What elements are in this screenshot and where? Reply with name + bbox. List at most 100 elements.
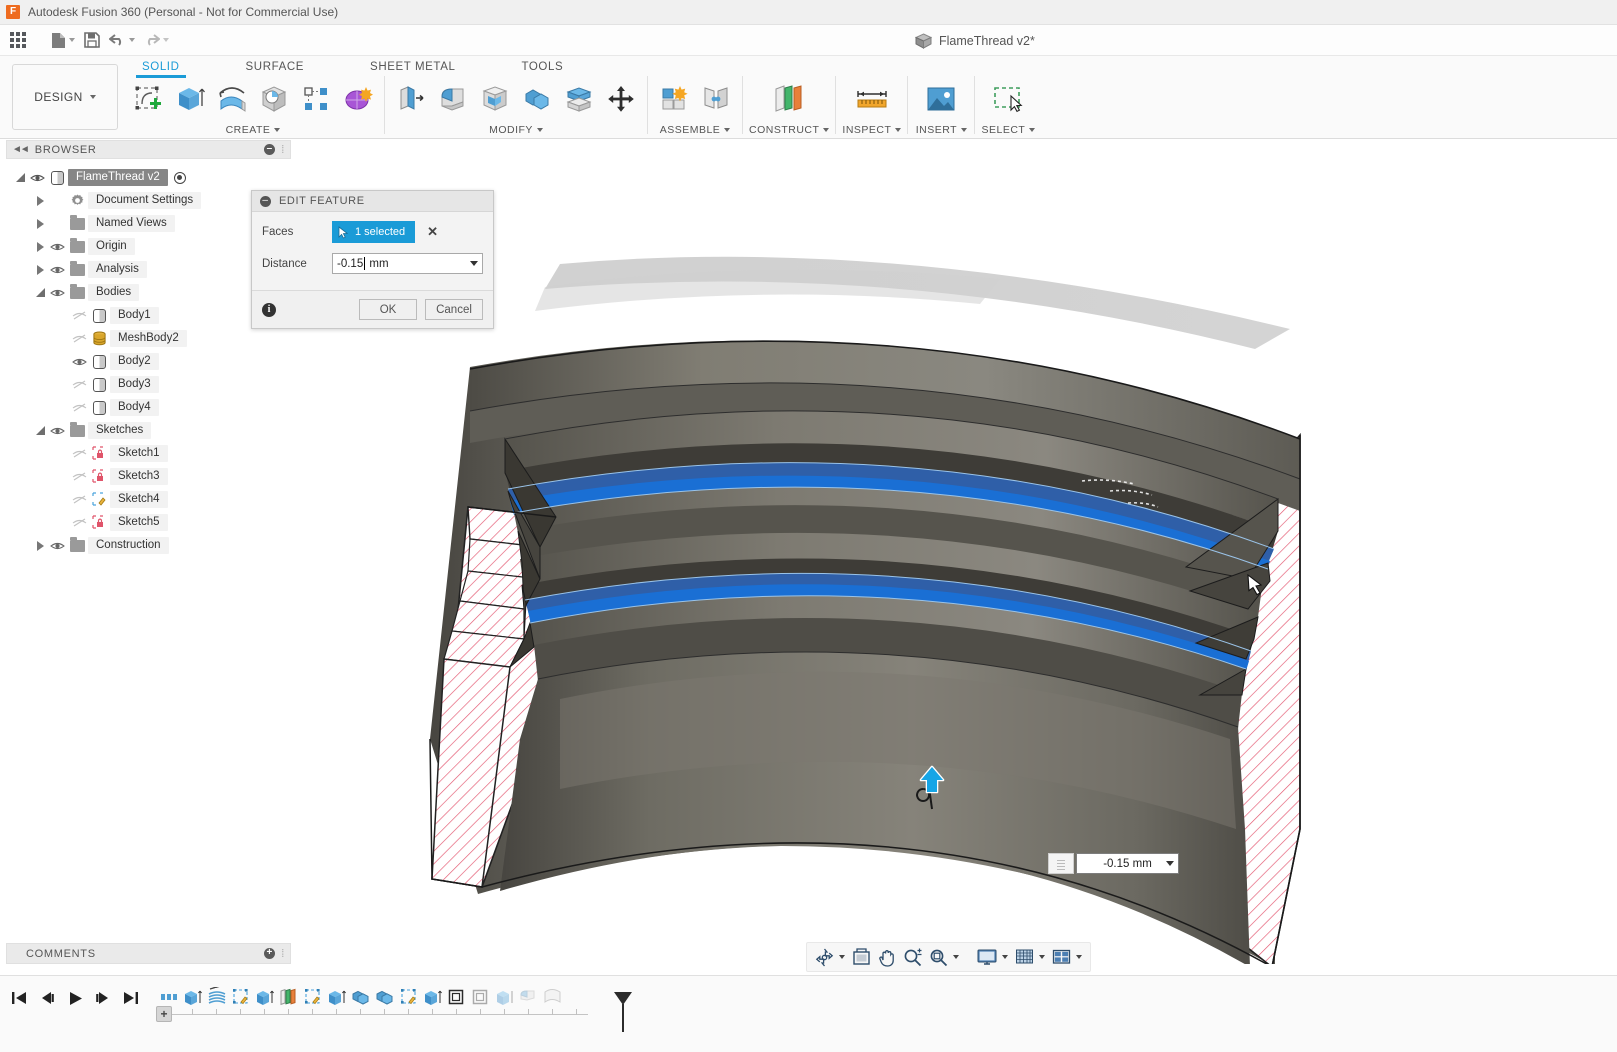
browser-collapse-toggle[interactable]: – bbox=[264, 144, 275, 155]
timeline-item-5[interactable] bbox=[254, 984, 275, 1010]
split-face-button[interactable] bbox=[559, 77, 599, 121]
new-file-button[interactable] bbox=[48, 27, 78, 53]
visibility-hidden-icon[interactable] bbox=[70, 494, 88, 505]
timeline-item-8[interactable] bbox=[326, 984, 347, 1010]
faces-selection-chip[interactable]: 1 selected bbox=[332, 221, 415, 243]
fillet-button[interactable] bbox=[433, 77, 473, 121]
step-forward-button[interactable] bbox=[92, 985, 114, 1011]
timeline-item-13[interactable] bbox=[446, 984, 467, 1010]
joint-button[interactable] bbox=[696, 77, 736, 121]
add-timeline-group-button[interactable]: + bbox=[156, 1006, 172, 1022]
value-box-grip[interactable] bbox=[1048, 853, 1074, 874]
workspace-selector[interactable]: DESIGN bbox=[12, 64, 118, 130]
timeline-item-15[interactable] bbox=[494, 984, 515, 1010]
panel-label-insert[interactable]: INSERT bbox=[916, 124, 967, 136]
chevron-down-icon[interactable] bbox=[470, 261, 478, 266]
shell-button[interactable] bbox=[475, 77, 515, 121]
combine-button[interactable] bbox=[517, 77, 557, 121]
visibility-eye-icon[interactable] bbox=[48, 426, 66, 436]
tree-item-bodies[interactable]: Bodies bbox=[12, 281, 292, 304]
info-icon[interactable]: i bbox=[262, 303, 276, 317]
panel-label-construct[interactable]: CONSTRUCT bbox=[749, 124, 829, 136]
visibility-eye-icon[interactable] bbox=[48, 265, 66, 275]
distance-input[interactable]: -0.15 mm bbox=[332, 253, 483, 274]
move-copy-button[interactable] bbox=[601, 77, 641, 121]
activate-component-icon[interactable] bbox=[174, 172, 186, 184]
timeline-item-4[interactable] bbox=[230, 984, 251, 1010]
tree-item-analysis[interactable]: Analysis bbox=[12, 258, 292, 281]
collapse-left-icon[interactable]: ◄◄ bbox=[12, 144, 28, 155]
insert-image-button[interactable] bbox=[914, 77, 968, 121]
visibility-hidden-icon[interactable] bbox=[70, 402, 88, 413]
visibility-hidden-icon[interactable] bbox=[70, 310, 88, 321]
comments-expand-toggle[interactable]: + bbox=[264, 948, 275, 959]
panel-label-create[interactable]: CREATE bbox=[226, 124, 281, 136]
tree-item-sketches[interactable]: Sketches bbox=[12, 419, 292, 442]
expander-closed-icon[interactable] bbox=[32, 196, 48, 206]
go-to-end-button[interactable] bbox=[120, 985, 142, 1011]
visibility-eye-icon[interactable] bbox=[48, 541, 66, 551]
expander-open-icon[interactable] bbox=[12, 173, 28, 182]
tree-item-body1[interactable]: Body1 bbox=[12, 304, 292, 327]
visibility-hidden-icon[interactable] bbox=[70, 517, 88, 528]
panel-label-modify[interactable]: MODIFY bbox=[489, 124, 543, 136]
offset-plane-button[interactable] bbox=[761, 77, 817, 121]
timeline-item-12[interactable] bbox=[422, 984, 443, 1010]
step-back-button[interactable] bbox=[36, 985, 58, 1011]
timeline-item-11[interactable] bbox=[398, 984, 419, 1010]
timeline-item-16[interactable] bbox=[518, 984, 539, 1010]
zoom-button[interactable] bbox=[901, 945, 924, 969]
tree-item-named-views[interactable]: Named Views bbox=[12, 212, 292, 235]
visibility-eye-icon[interactable] bbox=[48, 242, 66, 252]
timeline-item-17[interactable] bbox=[542, 984, 563, 1010]
expander-open-icon[interactable] bbox=[32, 288, 48, 297]
tree-item-document-settings[interactable]: Document Settings bbox=[12, 189, 292, 212]
clear-selection-button[interactable]: ✕ bbox=[427, 224, 438, 240]
fit-button[interactable] bbox=[927, 945, 961, 969]
tree-item-meshbody2[interactable]: MeshBody2 bbox=[12, 327, 292, 350]
visibility-eye-icon[interactable] bbox=[70, 357, 88, 367]
tree-item-body3[interactable]: Body3 bbox=[12, 373, 292, 396]
visibility-eye-icon[interactable] bbox=[28, 173, 46, 183]
display-settings-button[interactable] bbox=[975, 945, 1010, 969]
play-button[interactable] bbox=[64, 985, 86, 1011]
visibility-hidden-icon[interactable] bbox=[70, 379, 88, 390]
timeline-item-3[interactable] bbox=[206, 984, 227, 1010]
timeline-item-10[interactable] bbox=[374, 984, 395, 1010]
pan-button[interactable] bbox=[876, 945, 898, 969]
timeline-track[interactable]: + bbox=[158, 982, 563, 1026]
panel-label-assemble[interactable]: ASSEMBLE bbox=[660, 124, 731, 136]
timeline-item-2[interactable] bbox=[182, 984, 203, 1010]
tab-solid[interactable]: SOLID bbox=[128, 58, 194, 78]
collapse-icon[interactable]: – bbox=[260, 196, 271, 207]
chevron-down-icon[interactable] bbox=[839, 955, 845, 959]
panel-label-inspect[interactable]: INSPECT bbox=[842, 124, 901, 136]
expander-open-icon[interactable] bbox=[32, 426, 48, 435]
comments-grip[interactable]: ⁞ bbox=[281, 948, 285, 960]
window-selection-button[interactable] bbox=[981, 77, 1035, 121]
extrude-button[interactable] bbox=[170, 77, 210, 121]
expander-closed-icon[interactable] bbox=[32, 265, 48, 275]
hole-button[interactable] bbox=[254, 77, 294, 121]
timeline-item-7[interactable] bbox=[302, 984, 323, 1010]
tree-item-body4[interactable]: Body4 bbox=[12, 396, 292, 419]
tree-item-construction[interactable]: Construction bbox=[12, 534, 292, 557]
tree-item-body2[interactable]: Body2 bbox=[12, 350, 292, 373]
ok-button[interactable]: OK bbox=[359, 299, 417, 320]
tree-item-sketch1[interactable]: Sketch1 bbox=[12, 442, 292, 465]
save-button[interactable] bbox=[80, 27, 104, 53]
browser-grip[interactable]: ⁞ bbox=[281, 144, 285, 156]
revolve-button[interactable] bbox=[212, 77, 252, 121]
form-button[interactable] bbox=[338, 77, 378, 121]
viewports-button[interactable] bbox=[1050, 945, 1084, 969]
grid-snaps-button[interactable] bbox=[1013, 945, 1047, 969]
go-to-beginning-button[interactable] bbox=[8, 985, 30, 1011]
create-sketch-button[interactable] bbox=[128, 77, 168, 121]
new-component-button[interactable] bbox=[654, 77, 694, 121]
tree-item-origin[interactable]: Origin bbox=[12, 235, 292, 258]
panel-label-select[interactable]: SELECT bbox=[982, 124, 1036, 136]
tree-item-flamethread[interactable]: FlameThread v2 bbox=[12, 166, 292, 189]
orbit-button[interactable] bbox=[813, 945, 847, 969]
chevron-down-icon[interactable] bbox=[1002, 955, 1008, 959]
chevron-down-icon[interactable] bbox=[1039, 955, 1045, 959]
